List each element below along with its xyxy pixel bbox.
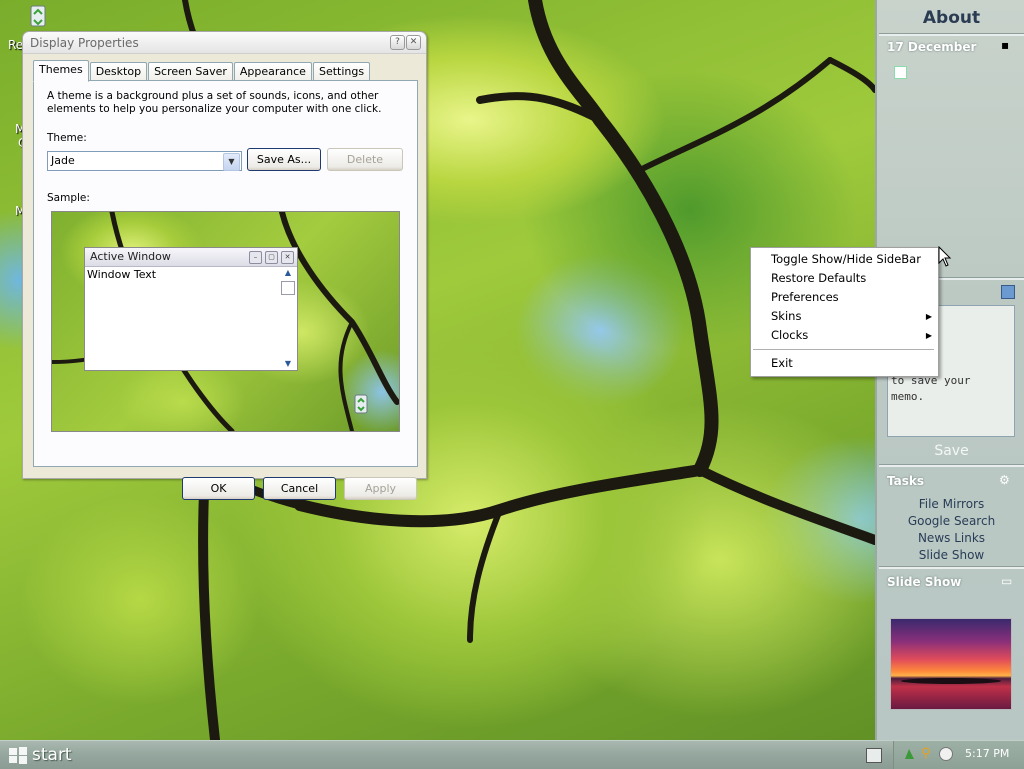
window-title: Display Properties — [30, 36, 139, 50]
delete-button[interactable]: Delete — [327, 148, 403, 171]
tab-settings[interactable]: Settings — [312, 62, 371, 81]
calendar-date[interactable]: 17 December — [887, 40, 976, 54]
divider — [879, 33, 1024, 36]
menu-item-clocks[interactable]: Clocks — [771, 328, 808, 342]
start-label: start — [32, 745, 72, 765]
slideshow-icon[interactable]: ▭ — [1001, 574, 1012, 588]
apply-button[interactable]: Apply — [344, 477, 417, 500]
calendar-icon[interactable]: ▪ — [1001, 38, 1009, 52]
desktop-icon-label-fragment: Re — [8, 38, 24, 52]
minimize-icon: – — [249, 251, 262, 264]
scroll-down-icon: ▼ — [284, 359, 292, 368]
theme-description: A theme is a background plus a set of so… — [47, 90, 382, 115]
maximize-icon: ▢ — [265, 251, 278, 264]
memo-icon[interactable] — [1001, 285, 1015, 299]
menu-item-skins[interactable]: Skins — [771, 309, 801, 323]
system-tray: ⚲ 5:17 PM — [893, 741, 1024, 769]
chevron-down-icon[interactable]: ▼ — [223, 153, 240, 171]
picture-icon — [894, 66, 907, 79]
memo-save-button[interactable]: Save — [877, 443, 1024, 459]
menu-item-preferences[interactable]: Preferences — [771, 290, 839, 304]
menu-item-toggle-sidebar[interactable]: Toggle Show/Hide SideBar — [771, 252, 921, 266]
tab-strip: Themes Desktop Screen Saver Appearance S… — [33, 60, 418, 82]
window-body: Themes Desktop Screen Saver Appearance S… — [33, 60, 418, 500]
task-link-news-links[interactable]: News Links — [877, 531, 1024, 545]
mouse-cursor-icon — [938, 245, 952, 271]
scroll-up-icon: ▲ — [284, 268, 292, 277]
sample-active-window: Active Window – ▢ ✕ Window Text ▲ ▼ — [84, 247, 298, 371]
slideshow-header: Slide Show — [887, 575, 962, 589]
menu-item-restore-defaults[interactable]: Restore Defaults — [771, 271, 866, 285]
theme-label: Theme: — [47, 132, 87, 144]
start-button[interactable]: start — [0, 741, 86, 769]
close-button[interactable]: ✕ — [406, 35, 421, 50]
tab-appearance[interactable]: Appearance — [233, 62, 312, 81]
help-button[interactable]: ? — [390, 35, 405, 50]
theme-sample-preview: Active Window – ▢ ✕ Window Text ▲ ▼ — [51, 211, 400, 432]
recycle-bin-icon — [350, 392, 372, 419]
sidebar-context-menu: Toggle Show/Hide SideBar Restore Default… — [750, 247, 939, 377]
search-icon[interactable]: ⚲ — [921, 746, 931, 761]
scroll-thumb — [281, 281, 295, 295]
tab-screen-saver[interactable]: Screen Saver — [148, 62, 233, 81]
slideshow-image[interactable] — [890, 618, 1012, 710]
theme-dropdown[interactable]: Jade ▼ — [47, 151, 242, 171]
sample-window-text: Window Text — [87, 268, 157, 281]
sidebar-about-header[interactable]: About — [877, 8, 1024, 28]
close-icon: ✕ — [281, 251, 294, 264]
windows-logo-icon — [9, 747, 27, 764]
taskbar-clock[interactable]: 5:17 PM — [965, 747, 1009, 760]
tasks-header: Tasks — [887, 474, 925, 488]
help-icon: ? — [395, 37, 400, 47]
task-link-file-mirrors[interactable]: File Mirrors — [877, 497, 1024, 511]
cancel-button[interactable]: Cancel — [263, 477, 336, 500]
sample-window-title: Active Window — [90, 250, 171, 263]
sidebar-tray-icon[interactable] — [903, 747, 916, 761]
tasks-icon[interactable]: ⚙ — [999, 473, 1010, 487]
taskbar: start ⚲ 5:17 PM — [0, 740, 1024, 769]
submenu-arrow-icon: ▶ — [925, 331, 932, 340]
sunset-image — [901, 678, 1001, 684]
window-titlebar[interactable]: Display Properties ? ✕ — [23, 32, 426, 54]
task-link-slide-show[interactable]: Slide Show — [877, 548, 1024, 562]
tab-desktop[interactable]: Desktop — [89, 62, 148, 81]
menu-separator — [753, 349, 934, 350]
theme-dropdown-value: Jade — [51, 154, 75, 167]
save-as-button[interactable]: Save As... — [247, 148, 321, 171]
ok-button[interactable]: OK — [182, 477, 255, 500]
submenu-arrow-icon: ▶ — [925, 312, 932, 321]
menu-item-exit[interactable]: Exit — [771, 356, 793, 370]
task-link-google-search[interactable]: Google Search — [877, 514, 1024, 528]
close-icon: ✕ — [409, 37, 418, 47]
recycle-bin-icon[interactable] — [24, 2, 52, 30]
divider — [879, 566, 1024, 569]
clock-tray-icon[interactable] — [939, 747, 953, 761]
sample-window-titlebar: Active Window – ▢ ✕ — [85, 248, 297, 267]
sample-label: Sample: — [47, 192, 90, 204]
divider — [879, 464, 1024, 467]
tab-themes[interactable]: Themes — [33, 60, 89, 82]
display-properties-window: Display Properties ? ✕ Themes Desktop Sc… — [22, 31, 427, 500]
keyboard-icon[interactable] — [866, 748, 882, 763]
themes-panel: A theme is a background plus a set of so… — [33, 80, 418, 467]
sample-scrollbar: ▲ ▼ — [281, 268, 295, 368]
